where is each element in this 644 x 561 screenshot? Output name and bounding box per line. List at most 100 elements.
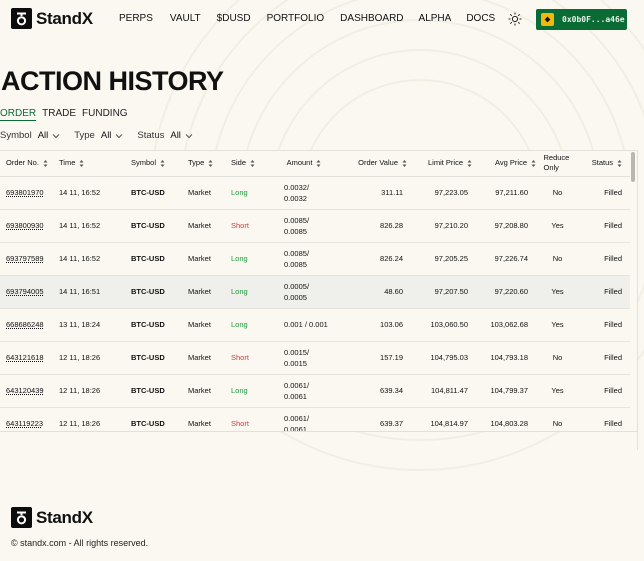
limit-price: 104,811.47 <box>407 374 472 408</box>
order-value: 48.60 <box>332 275 407 309</box>
order-number[interactable]: 693800930 <box>0 209 59 243</box>
chevron-down-icon[interactable] <box>52 132 60 140</box>
order-time: 14 11, 16:52 <box>59 176 131 210</box>
column-header-symbol[interactable]: Symbol <box>131 151 188 177</box>
table-scroll-track[interactable] <box>637 150 644 450</box>
type-filter-select[interactable]: All <box>101 130 112 141</box>
limit-price: 97,210.20 <box>407 209 472 243</box>
table-row[interactable]: 693797589 14 11, 16:52 BTC-USD Market Long 0.… <box>0 242 630 276</box>
nav-alpha[interactable]: ALPHA <box>419 13 452 24</box>
sort-icon[interactable] <box>79 159 84 168</box>
reduce-only: Yes <box>536 308 579 342</box>
order-amount: 0.0005/ 0.0005 <box>276 275 332 309</box>
sort-icon[interactable] <box>617 159 622 168</box>
column-header-order-no[interactable]: Order No. <box>0 151 59 177</box>
table-header-row: Order No. Time Symbol Type Side Amount Order V… <box>0 151 630 177</box>
tab-order[interactable]: ORDER <box>0 108 37 121</box>
nav-dusd[interactable]: $DUSD <box>217 13 251 24</box>
order-status: Filled <box>579 341 630 375</box>
status-filter-select[interactable]: All <box>170 130 181 141</box>
column-header-amount[interactable]: Amount <box>276 151 332 177</box>
sort-icon[interactable] <box>160 159 165 168</box>
sort-icon[interactable] <box>467 159 472 168</box>
column-label: Order Value <box>358 158 398 168</box>
order-status: Filled <box>579 209 630 243</box>
table-row[interactable]: 693801970 14 11, 16:52 BTC-USD Market Long 0.… <box>0 176 630 210</box>
column-header-order-value[interactable]: Order Value <box>332 151 407 177</box>
sort-icon[interactable] <box>208 159 213 168</box>
order-type: Market <box>188 407 231 431</box>
order-time: 12 11, 18:26 <box>59 374 131 408</box>
column-label: Reduce Only <box>543 153 570 173</box>
column-label: Order No. <box>6 158 39 168</box>
logo[interactable]: StandX <box>11 8 93 29</box>
nav-perps[interactable]: PERPS <box>119 13 153 24</box>
order-time: 14 11, 16:52 <box>59 242 131 276</box>
table-row[interactable]: 668686248 13 11, 18:24 BTC-USD Market Long 0.… <box>0 308 630 342</box>
order-symbol: BTC-USD <box>131 308 188 342</box>
order-number[interactable]: 668686248 <box>0 308 59 342</box>
table-row[interactable]: 643121618 12 11, 18:26 BTC-USD Market Short 0… <box>0 341 630 375</box>
table-row[interactable]: 693800930 14 11, 16:52 BTC-USD Market Short 0… <box>0 209 630 243</box>
wallet-button[interactable]: 0x0b0F...a46e <box>536 9 627 30</box>
order-amount: 0.0032/ 0.0032 <box>276 176 332 210</box>
sort-icon[interactable] <box>402 159 407 168</box>
bnb-chain-icon <box>541 13 554 26</box>
order-number[interactable]: 693797589 <box>0 242 59 276</box>
column-header-time[interactable]: Time <box>59 151 131 177</box>
sort-icon[interactable] <box>316 159 321 168</box>
table-scrollbar[interactable] <box>631 152 635 182</box>
symbol-filter-select[interactable]: All <box>38 130 49 141</box>
column-header-side[interactable]: Side <box>231 151 276 177</box>
column-label: Avg Price <box>495 158 527 168</box>
order-type: Market <box>188 242 231 276</box>
order-side: Short <box>231 341 276 375</box>
limit-price: 103,060.50 <box>407 308 472 342</box>
order-amount: 0.001 / 0.001 <box>276 308 332 342</box>
order-number[interactable]: 693801970 <box>0 176 59 210</box>
reduce-only: Yes <box>536 209 579 243</box>
order-value: 826.28 <box>332 209 407 243</box>
order-number[interactable]: 643119223 <box>0 407 59 431</box>
table-row[interactable]: 693794005 14 11, 16:51 BTC-USD Market Long 0.… <box>0 275 630 309</box>
order-time: 14 11, 16:51 <box>59 275 131 309</box>
tab-trade[interactable]: TRADE <box>42 108 76 121</box>
table-row[interactable]: 643120439 12 11, 18:26 BTC-USD Market Long 0.… <box>0 374 630 408</box>
column-header-reduce-only[interactable]: Reduce Only <box>536 151 579 177</box>
order-type: Market <box>188 341 231 375</box>
page-title: ACTION HISTORY <box>1 66 224 96</box>
nav-portfolio[interactable]: PORTFOLIO <box>267 13 325 24</box>
avg-price: 97,220.60 <box>472 275 536 309</box>
history-tabs: ORDER TRADE FUNDING <box>0 108 134 121</box>
column-header-status[interactable]: Status <box>579 151 630 177</box>
avg-price: 103,062.68 <box>472 308 536 342</box>
order-number[interactable]: 693794005 <box>0 275 59 309</box>
column-label: Symbol <box>131 158 157 168</box>
chevron-down-icon[interactable] <box>115 132 123 140</box>
order-number[interactable]: 643120439 <box>0 374 59 408</box>
column-header-type[interactable]: Type <box>188 151 231 177</box>
status-filter-label: Status <box>137 130 165 141</box>
nav-vault[interactable]: VAULT <box>170 13 201 24</box>
sort-icon[interactable] <box>250 159 255 168</box>
avg-price: 104,799.37 <box>472 374 536 408</box>
tab-funding[interactable]: FUNDING <box>82 108 128 121</box>
order-side: Long <box>231 308 276 342</box>
order-number[interactable]: 643121618 <box>0 341 59 375</box>
reduce-only: Yes <box>536 275 579 309</box>
limit-price: 97,205.25 <box>407 242 472 276</box>
sort-icon[interactable] <box>43 159 48 168</box>
order-amount: 0.0015/ 0.0015 <box>276 341 332 375</box>
order-status: Filled <box>579 308 630 342</box>
nav-dashboard[interactable]: DASHBOARD <box>340 13 403 24</box>
column-header-limit-price[interactable]: Limit Price <box>407 151 472 177</box>
sun-icon[interactable] <box>508 12 522 26</box>
chevron-down-icon[interactable] <box>185 132 193 140</box>
sort-icon[interactable] <box>531 159 536 168</box>
order-status: Filled <box>579 242 630 276</box>
nav-docs[interactable]: DOCS <box>466 13 495 24</box>
footer-logo[interactable]: StandX <box>11 507 93 528</box>
order-symbol: BTC-USD <box>131 341 188 375</box>
table-row[interactable]: 643119223 12 11, 18:26 BTC-USD Market Short 0… <box>0 407 630 431</box>
column-header-avg-price[interactable]: Avg Price <box>472 151 536 177</box>
